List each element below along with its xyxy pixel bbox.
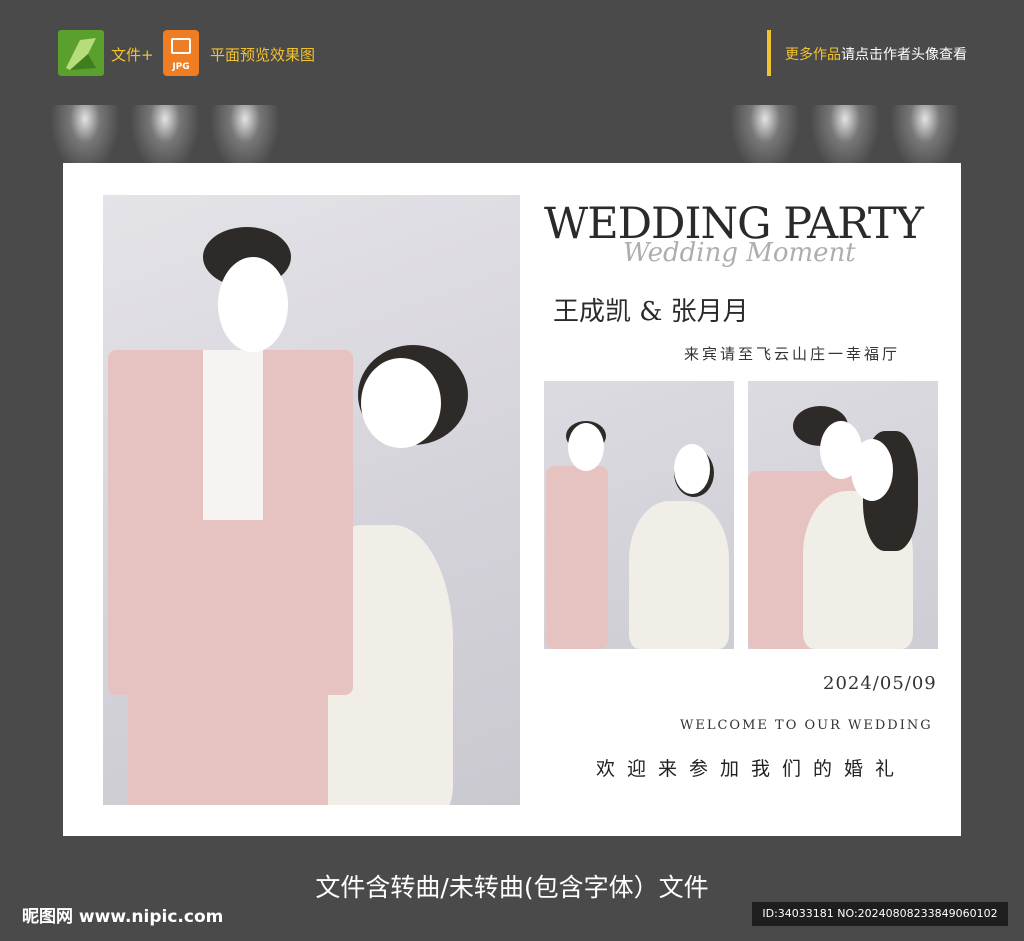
image-icon [171, 38, 191, 54]
couple-photo-holding-hands [544, 381, 734, 649]
jpg-file-icon: JPG [163, 30, 199, 76]
file-plus-label: 文件+ [111, 46, 154, 64]
divider [767, 30, 771, 76]
groom-face [568, 423, 604, 471]
couple-names: 王成凯 & 张月月 [553, 297, 749, 327]
more-rest: 请点击作者头像查看 [841, 47, 967, 63]
more-works-link[interactable]: 更多作品请点击作者头像查看 [785, 44, 967, 64]
bride-face [361, 358, 441, 448]
preview-label: 平面预览效果图 [210, 46, 316, 64]
welcome-english: WELCOME TO OUR WEDDING [680, 718, 933, 733]
id-badge: ID:34033181 NO:20240808233849060102 [752, 902, 1008, 926]
bride-face [674, 444, 710, 494]
wedding-date: 2024/05/09 [823, 673, 937, 694]
wedding-poster: WEDDING PARTY Wedding Moment 王成凯 & 张月月 来… [63, 163, 961, 836]
groom-face [218, 257, 288, 352]
venue-text: 来宾请至飞云山庄一幸福厅 [684, 345, 901, 363]
couple-photo-kissing [748, 381, 938, 649]
groom-suit [546, 466, 608, 649]
coreldraw-icon [58, 30, 104, 76]
bride-face [851, 439, 893, 501]
welcome-chinese: 欢迎来参加我们的婚礼 [596, 758, 907, 780]
groom-trousers [128, 685, 328, 805]
top-bar: 文件+ JPG 平面预览效果图 更多作品请点击作者头像查看 [0, 0, 1024, 100]
jpg-label: JPG [172, 62, 190, 72]
couple-main-photo [103, 195, 520, 805]
file-caption: 文件含转曲/未转曲(包含字体）文件 [315, 873, 709, 902]
nipic-logo[interactable]: 昵图网 www.nipic.com [22, 902, 223, 927]
more-highlight: 更多作品 [785, 47, 841, 63]
bride-dress [629, 501, 729, 649]
poster-script-subtitle: Wedding Moment [623, 238, 856, 268]
groom-shirt [203, 350, 263, 520]
